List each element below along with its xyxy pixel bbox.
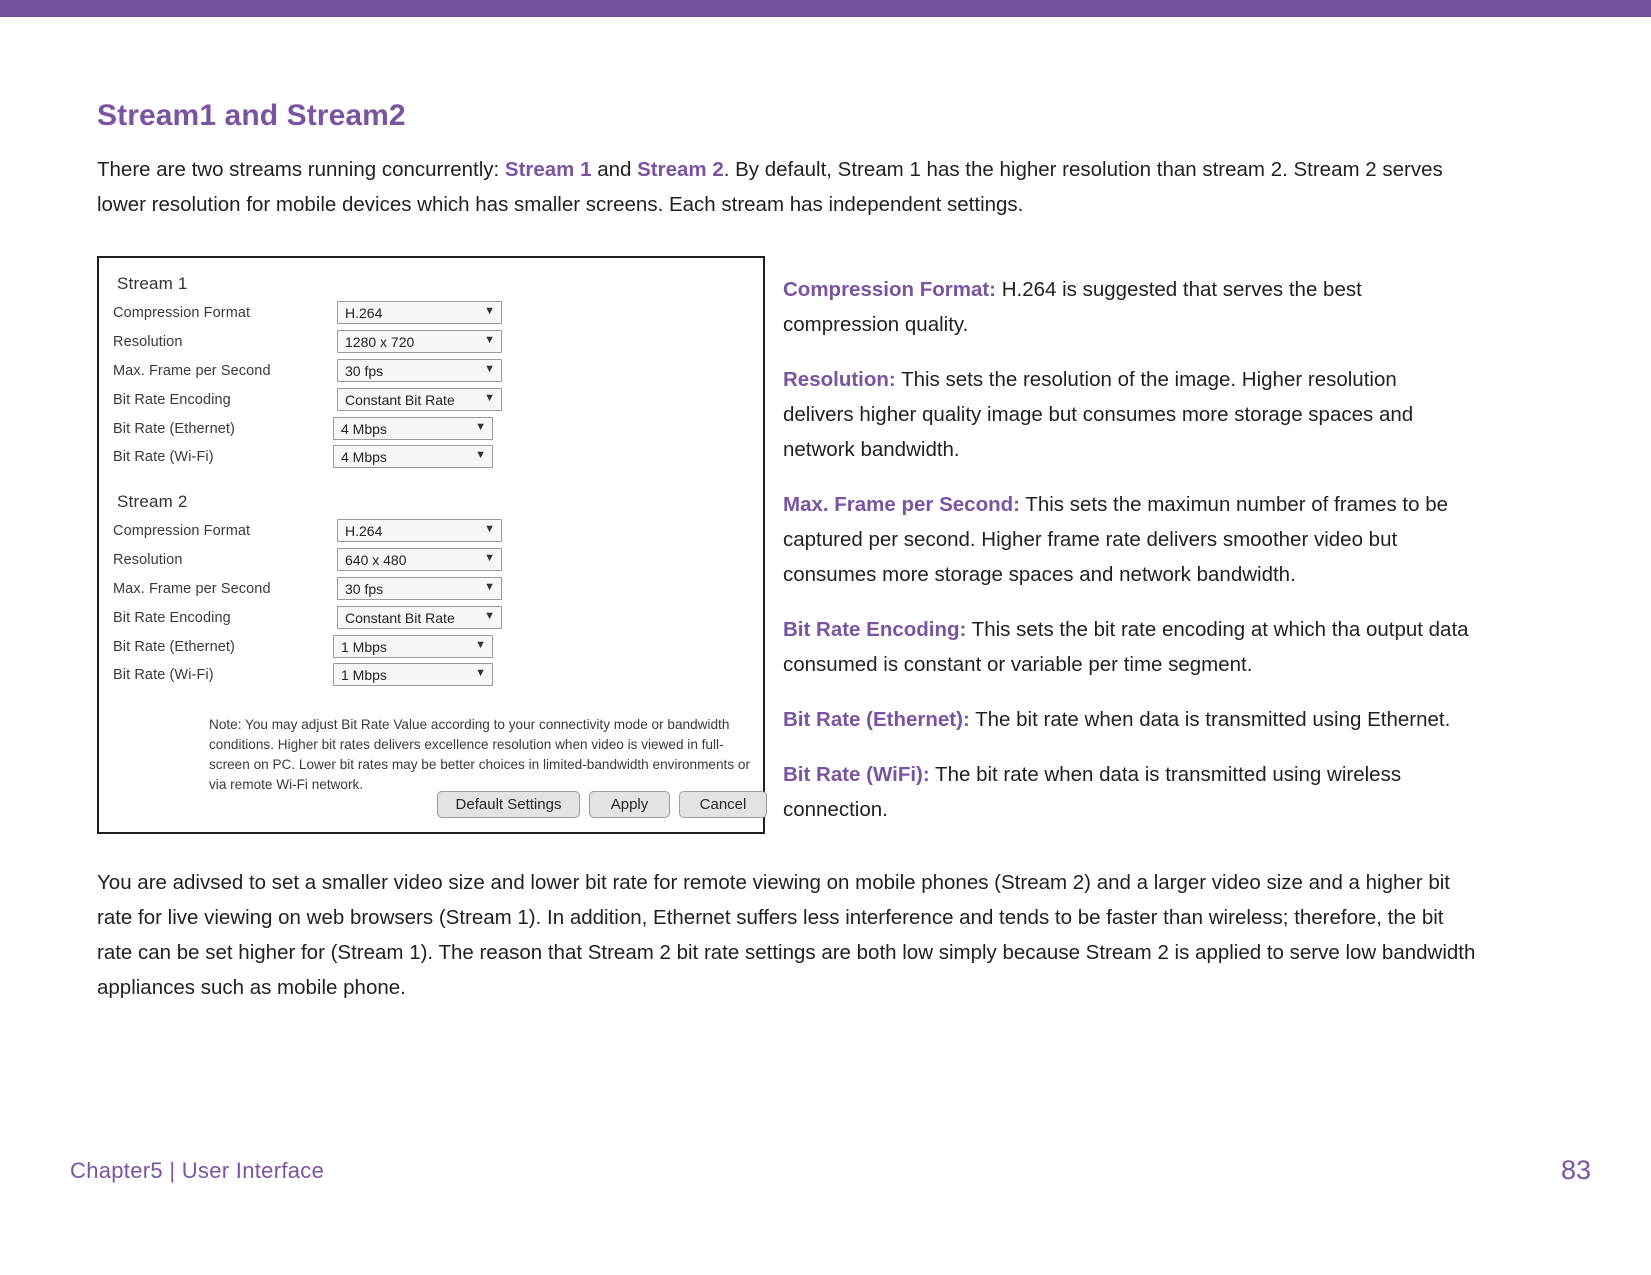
stream2-bit-rate-wifi-value: 1 Mbps: [341, 667, 387, 683]
intro-paragraph: There are two streams running concurrent…: [97, 152, 1477, 222]
stream2-resolution-select[interactable]: 640 x 480 ▼: [337, 548, 502, 571]
definition-text-bit-rate-ethernet: The bit rate when data is transmitted us…: [969, 708, 1451, 731]
stream1-max-frame-per-second-value: 30 fps: [345, 363, 384, 379]
stream2-compression-format-select[interactable]: H.264 ▼: [337, 519, 502, 542]
stream1-row-label-compression-format: Compression Format: [113, 305, 251, 321]
panel-note-text: Note: You may adjust Bit Rate Value acco…: [209, 717, 750, 792]
chevron-down-icon: ▼: [484, 334, 495, 346]
cancel-button[interactable]: Cancel: [679, 791, 767, 818]
definition-term-compression-format: Compression Format:: [783, 278, 996, 301]
panel-button-row: Default Settings Apply Cancel: [99, 791, 767, 821]
stream1-bit-rate-encoding-value: Constant Bit Rate: [345, 392, 455, 408]
chevron-down-icon: ▼: [484, 392, 495, 404]
stream2-bit-rate-encoding-select[interactable]: Constant Bit Rate ▼: [337, 606, 502, 629]
stream2-bit-rate-wifi-select[interactable]: 1 Mbps ▼: [333, 663, 493, 686]
apply-button[interactable]: Apply: [589, 791, 670, 818]
stream1-row-label-max-frame-per-second: Max. Frame per Second: [113, 363, 271, 379]
stream1-bit-rate-wifi-select[interactable]: 4 Mbps ▼: [333, 445, 493, 468]
definition-term-resolution: Resolution:: [783, 368, 896, 391]
stream2-bit-rate-ethernet-value: 1 Mbps: [341, 639, 387, 655]
stream2-row-label-bit-rate-encoding: Bit Rate Encoding: [113, 610, 231, 626]
stream2-compression-format-value: H.264: [345, 523, 383, 539]
document-page: Stream1 and Stream2 There are two stream…: [0, 0, 1651, 1275]
definition-item-bit-rate-encoding: Bit Rate Encoding: This sets the bit rat…: [783, 612, 1473, 682]
stream1-bit-rate-wifi-value: 4 Mbps: [341, 449, 387, 465]
intro-text-part-2: and: [591, 158, 638, 181]
stream2-row-label-bit-rate-wifi: Bit Rate (Wi-Fi): [113, 667, 214, 683]
stream-settings-panel: Stream 1 Compression Format H.264 ▼ Reso…: [97, 256, 767, 834]
intro-accent-stream2: Stream 2: [637, 158, 724, 181]
stream1-resolution-value: 1280 x 720: [345, 334, 415, 350]
definition-item-resolution: Resolution: This sets the resolution of …: [783, 362, 1473, 467]
stream2-row-label-compression-format: Compression Format: [113, 523, 251, 539]
chevron-down-icon: ▼: [484, 523, 495, 535]
definition-term-bit-rate-ethernet: Bit Rate (Ethernet):: [783, 708, 970, 731]
stream1-heading: Stream 1: [117, 274, 188, 293]
definition-term-max-frame-per-second: Max. Frame per Second:: [783, 493, 1020, 516]
stream2-max-frame-per-second-select[interactable]: 30 fps ▼: [337, 577, 502, 600]
chevron-down-icon: ▼: [484, 581, 495, 593]
chevron-down-icon: ▼: [475, 639, 486, 651]
stream2-resolution-value: 640 x 480: [345, 552, 407, 568]
definition-list: Compression Format: H.264 is suggested t…: [783, 272, 1473, 847]
stream2-row-label-bit-rate-ethernet: Bit Rate (Ethernet): [113, 639, 235, 655]
stream2-row-label-resolution: Resolution: [113, 552, 183, 568]
stream1-compression-format-value: H.264: [345, 305, 383, 321]
footer-chapter-label: Chapter5 | User Interface: [70, 1158, 325, 1183]
stream2-max-frame-per-second-value: 30 fps: [345, 581, 384, 597]
stream1-max-frame-per-second-select[interactable]: 30 fps ▼: [337, 359, 502, 382]
stream1-row-label-bit-rate-ethernet: Bit Rate (Ethernet): [113, 421, 235, 437]
stream2-bit-rate-encoding-value: Constant Bit Rate: [345, 610, 455, 626]
stream1-bit-rate-ethernet-value: 4 Mbps: [341, 421, 387, 437]
chevron-down-icon: ▼: [484, 363, 495, 375]
stream2-heading: Stream 2: [117, 492, 188, 511]
intro-text-part-1: There are two streams running concurrent…: [97, 158, 505, 181]
chevron-down-icon: ▼: [484, 305, 495, 317]
definition-item-compression-format: Compression Format: H.264 is suggested t…: [783, 272, 1473, 342]
definition-term-bit-rate-encoding: Bit Rate Encoding:: [783, 618, 967, 641]
intro-accent-stream1: Stream 1: [504, 158, 592, 181]
definition-item-bit-rate-ethernet: Bit Rate (Ethernet): The bit rate when d…: [783, 702, 1473, 737]
stream1-compression-format-select[interactable]: H.264 ▼: [337, 301, 502, 324]
page-title: Stream1 and Stream2: [97, 99, 406, 132]
definition-item-max-frame-per-second: Max. Frame per Second: This sets the max…: [783, 487, 1473, 592]
chevron-down-icon: ▼: [484, 610, 495, 622]
definition-term-bit-rate-wifi: Bit Rate (WiFi):: [783, 763, 930, 786]
stream1-bit-rate-encoding-select[interactable]: Constant Bit Rate ▼: [337, 388, 502, 411]
page-top-accent-bar: [0, 0, 1651, 17]
stream1-bit-rate-ethernet-select[interactable]: 4 Mbps ▼: [333, 417, 493, 440]
definition-item-bit-rate-wifi: Bit Rate (WiFi): The bit rate when data …: [783, 757, 1473, 827]
closing-paragraph: You are adivsed to set a smaller video s…: [97, 871, 1476, 999]
chevron-down-icon: ▼: [475, 421, 486, 433]
footer-page-number: 83: [1560, 1155, 1591, 1185]
chevron-down-icon: ▼: [484, 552, 495, 564]
stream2-bit-rate-ethernet-select[interactable]: 1 Mbps ▼: [333, 635, 493, 658]
stream1-resolution-select[interactable]: 1280 x 720 ▼: [337, 330, 502, 353]
stream1-row-label-bit-rate-encoding: Bit Rate Encoding: [113, 392, 231, 408]
stream2-row-label-max-frame-per-second: Max. Frame per Second: [113, 581, 271, 597]
chevron-down-icon: ▼: [475, 667, 486, 679]
stream1-row-label-resolution: Resolution: [113, 334, 183, 350]
stream1-row-label-bit-rate-wifi: Bit Rate (Wi-Fi): [113, 449, 214, 465]
default-settings-button[interactable]: Default Settings: [437, 791, 580, 818]
chevron-down-icon: ▼: [475, 449, 486, 461]
